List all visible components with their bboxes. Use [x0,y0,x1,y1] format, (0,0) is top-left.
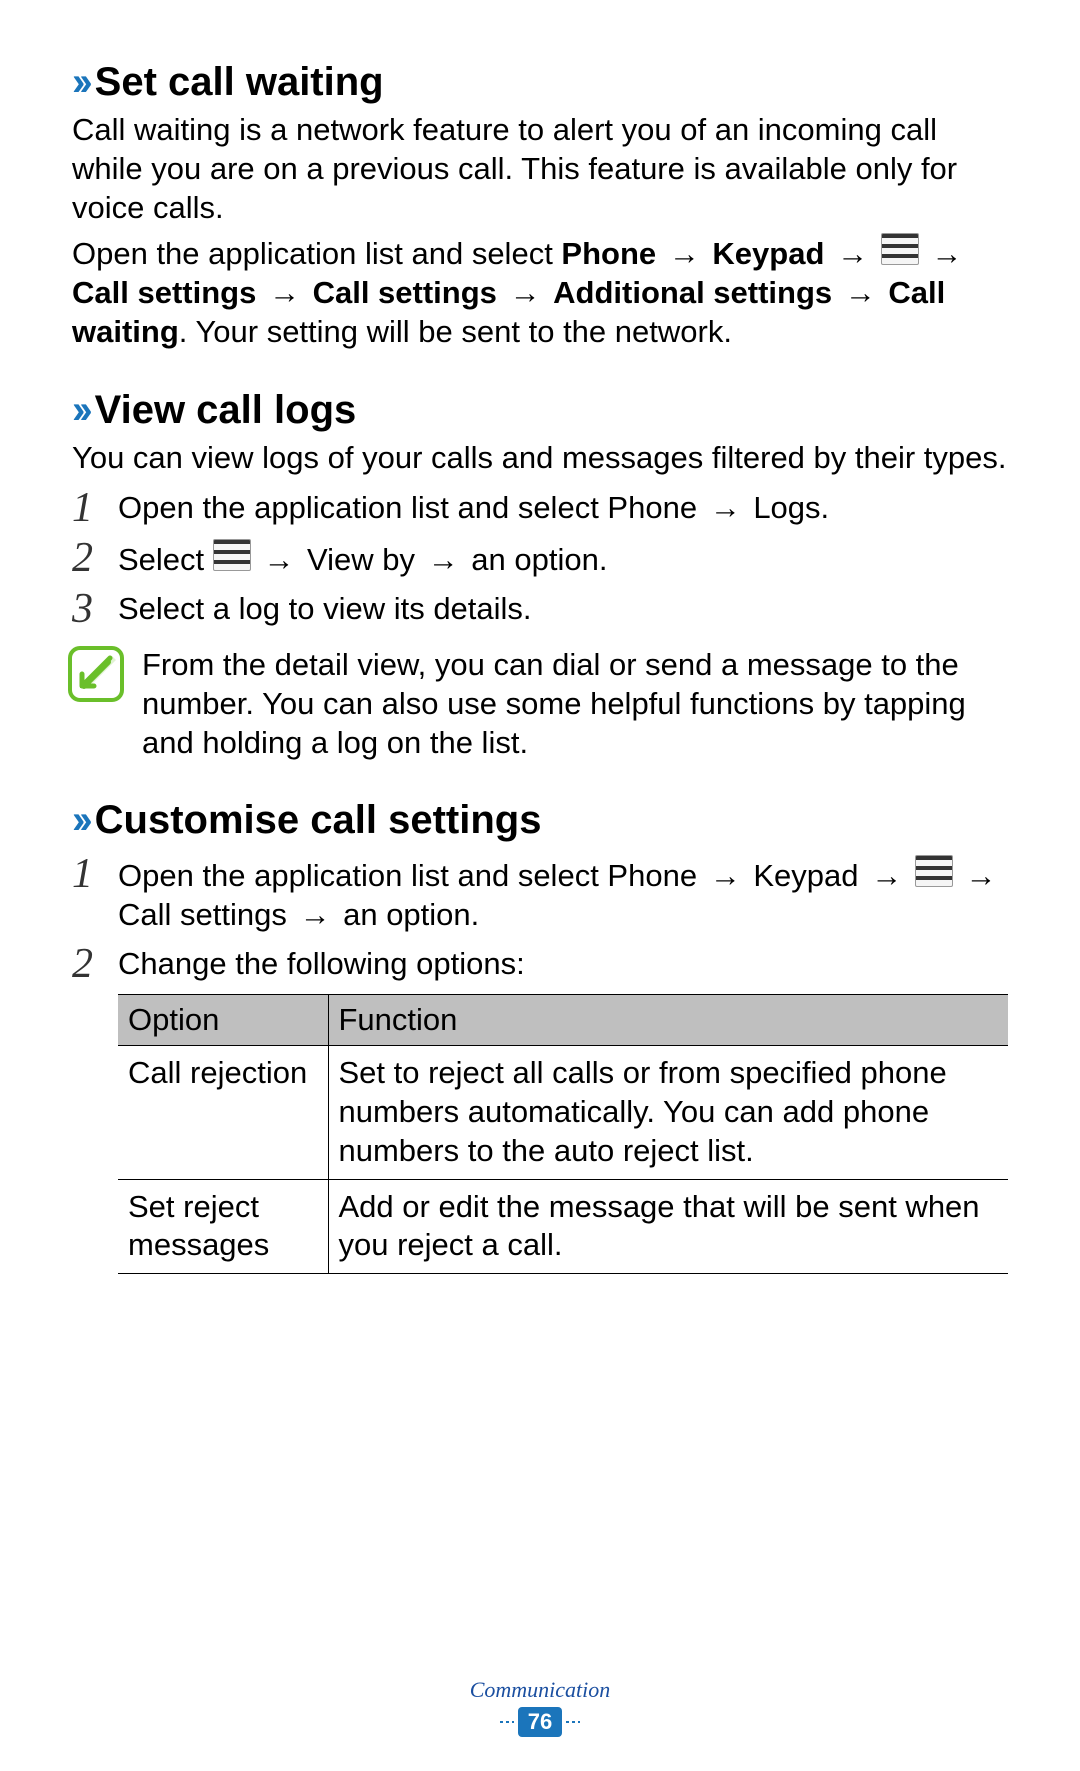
heading-chevron-icon: ›› [72,388,87,433]
path-logs: Logs [753,490,820,525]
arrow-icon: → [965,858,996,893]
text: Open the application list and select [72,236,561,271]
text: an option. [334,897,479,932]
text: . [821,490,830,525]
text: Select [118,542,213,577]
step-row: 2 Change the following options: Option F… [72,945,1008,1274]
intro-paragraph: Call waiting is a network feature to ale… [72,111,1008,227]
table-row: Set reject messages Add or edit the mess… [118,1179,1008,1274]
arrow-icon: → [510,275,541,310]
path-call-settings: Call settings [72,275,256,310]
arrow-icon: → [845,275,876,310]
document-page: ›› Set call waiting Call waiting is a ne… [0,0,1080,1771]
menu-icon [213,539,251,571]
text: Change the following options: [118,946,525,981]
table-row: Call rejection Set to reject all calls o… [118,1046,1008,1179]
instruction-list: 1 Open the application list and select P… [72,855,1008,1274]
arrow-icon: → [263,542,294,577]
path-phone: Phone [607,858,697,893]
path-phone: Phone [607,490,697,525]
footer-page-number: 76 [518,1707,562,1737]
arrow-icon: → [710,490,741,525]
heading-chevron-icon: ›› [72,60,87,105]
arrow-icon: → [710,858,741,893]
options-table: Option Function Call rejection Set to re… [118,994,1008,1275]
heading-chevron-icon: ›› [72,798,87,843]
text: Open the application list and select [118,858,607,893]
arrow-icon: → [428,542,459,577]
intro-paragraph: You can view logs of your calls and mess… [72,439,1008,478]
arrow-icon: → [931,236,962,271]
table-cell-function: Set to reject all calls or from specifie… [328,1046,1008,1179]
table-header-row: Option Function [118,994,1008,1046]
table-cell-function: Add or edit the message that will be sen… [328,1179,1008,1274]
instruction-list: 1 Open the application list and select P… [72,489,1008,630]
step-text: Open the application list and select Pho… [118,855,1008,935]
instruction-paragraph: Open the application list and select Pho… [72,233,1008,351]
step-number: 1 [72,853,118,895]
path-phone: Phone [561,236,656,271]
arrow-icon: → [669,236,700,271]
step-text: Open the application list and select Pho… [118,489,1008,528]
table-cell-option: Set reject messages [118,1179,328,1274]
step-number: 3 [72,588,118,630]
step-text: Select a log to view its details. [118,590,1008,629]
table-header-option: Option [118,994,328,1046]
step-number: 1 [72,487,118,529]
footer-section-name: Communication [0,1677,1080,1703]
path-keypad: Keypad [753,858,858,893]
heading-row: ›› View call logs [72,388,1008,433]
step-row: 3 Select a log to view its details. [72,590,1008,630]
step-text: Select → View by → an option. [118,539,1008,580]
step-row: 1 Open the application list and select P… [72,489,1008,529]
note-icon [68,646,124,702]
step-text: Change the following options: Option Fun… [118,945,1008,1274]
table-header-function: Function [328,994,1008,1046]
table-cell-option: Call rejection [118,1046,328,1179]
heading-text: Set call waiting [95,60,384,105]
menu-icon [881,233,919,265]
section-view-call-logs: ›› View call logs You can view logs of y… [72,388,1008,763]
arrow-icon: → [269,275,300,310]
text: an option. [463,542,608,577]
menu-icon [915,855,953,887]
step-number: 2 [72,537,118,579]
section-set-call-waiting: ›› Set call waiting Call waiting is a ne… [72,60,1008,352]
text: . Your setting will be sent to the netwo… [179,314,732,349]
heading-row: ›› Customise call settings [72,798,1008,843]
path-additional-settings: Additional settings [553,275,832,310]
path-call-settings-2: Call settings [313,275,497,310]
step-row: 2 Select → View by → an option. [72,539,1008,580]
step-number: 2 [72,943,118,985]
arrow-icon: → [837,236,868,271]
text: Open the application list and select [118,490,607,525]
arrow-icon: → [871,858,902,893]
note-block: From the detail view, you can dial or se… [72,646,1008,762]
path-view-by: View by [307,542,415,577]
heading-text: View call logs [95,388,357,433]
arrow-icon: → [299,897,330,932]
heading-text: Customise call settings [95,798,542,843]
page-footer: Communication 76 [0,1677,1080,1737]
path-call-settings: Call settings [118,897,287,932]
section-customise-call-settings: ›› Customise call settings 1 Open the ap… [72,798,1008,1274]
step-row: 1 Open the application list and select P… [72,855,1008,935]
note-text: From the detail view, you can dial or se… [142,646,1008,762]
path-keypad: Keypad [712,236,824,271]
heading-row: ›› Set call waiting [72,60,1008,105]
